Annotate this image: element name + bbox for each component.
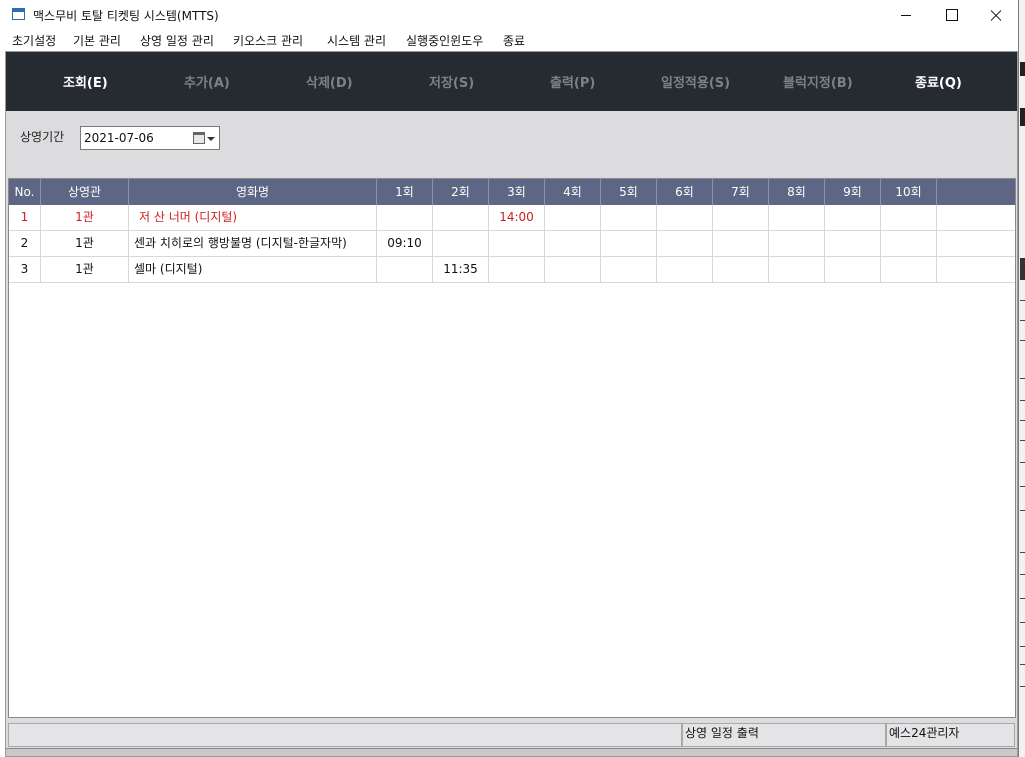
cell-show-10[interactable] [881,231,937,256]
cell-show-5[interactable] [601,231,657,256]
column-header-show-8[interactable]: 8회 [769,179,825,205]
window-bottom-edge [6,748,1017,756]
status-user: 예스24관리자 [886,723,1015,747]
column-header-movie[interactable]: 영화명 [129,179,377,205]
screening-date-value[interactable]: 2021-07-06 [84,131,154,145]
delete-button[interactable]: 삭제(D) [306,72,353,91]
grid-header: No. 상영관 영화명 1회 2회 3회 4회 5회 6회 7회 8회 9회 1… [9,179,1015,205]
window-title: 맥스무비 토탈 티켓팅 시스템(MTTS) [33,9,219,23]
cell-show-8[interactable] [769,231,825,256]
close-button[interactable] [973,0,1019,30]
cell-show-7[interactable] [713,257,769,282]
cell-hall[interactable]: 1관 [41,205,129,230]
status-pane-main [8,723,682,747]
cell-no[interactable]: 2 [9,231,41,256]
menu-system-management[interactable]: 시스템 관리 [327,32,386,49]
cell-show-9[interactable] [825,205,881,230]
search-button[interactable]: 조회(E) [63,72,108,91]
cell-show-1[interactable]: 09:10 [377,231,433,256]
block-assign-button[interactable]: 블럭지정(B) [783,72,853,91]
cell-show-10[interactable] [881,205,937,230]
cell-show-1[interactable] [377,257,433,282]
cell-movie-title[interactable]: 셀마 (디지털) [129,257,377,282]
column-header-show-6[interactable]: 6회 [657,179,713,205]
menu-running-windows[interactable]: 실행중인윈도우 [406,32,483,49]
cell-show-8[interactable] [769,205,825,230]
cell-hall[interactable]: 1관 [41,257,129,282]
cell-show-5[interactable] [601,257,657,282]
cell-hall[interactable]: 1관 [41,231,129,256]
schedule-form: 조회(E) 추가(A) 삭제(D) 저장(S) 출력(P) 일정적용(S) 블럭… [5,51,1018,757]
column-header-show-10[interactable]: 10회 [881,179,937,205]
exit-button[interactable]: 종료(Q) [915,72,962,91]
cell-show-4[interactable] [545,257,601,282]
table-row[interactable]: 2 1관 센과 치히로의 행방불명 (디지털-한글자막) 09:10 [9,231,1015,257]
minimize-button[interactable] [883,0,929,30]
cell-no[interactable]: 3 [9,257,41,282]
cell-show-6[interactable] [657,231,713,256]
title-bar[interactable]: 맥스무비 토탈 티켓팅 시스템(MTTS) [0,0,1018,30]
screening-period-label: 상영기간 [20,130,65,144]
cell-show-3[interactable] [489,231,545,256]
cell-show-6[interactable] [657,257,713,282]
column-header-show-9[interactable]: 9회 [825,179,881,205]
app-window: 맥스무비 토탈 티켓팅 시스템(MTTS) 초기설정 기본 관리 상영 일정 관… [0,0,1019,757]
cell-no[interactable]: 1 [9,205,41,230]
schedule-grid: No. 상영관 영화명 1회 2회 3회 4회 5회 6회 7회 8회 9회 1… [8,178,1016,718]
column-header-show-5[interactable]: 5회 [601,179,657,205]
save-button[interactable]: 저장(S) [429,72,474,91]
column-header-hall[interactable]: 상영관 [41,179,129,205]
menu-bar: 초기설정 기본 관리 상영 일정 관리 키오스크 관리 시스템 관리 실행중인윈… [0,30,1018,51]
table-row[interactable]: 3 1관 셀마 (디지털) 11:35 [9,257,1015,283]
column-header-show-1[interactable]: 1회 [377,179,433,205]
background-window-edge [1018,0,1025,757]
column-header-show-3[interactable]: 3회 [489,179,545,205]
cell-show-9[interactable] [825,257,881,282]
column-header-show-7[interactable]: 7회 [713,179,769,205]
cell-movie-title[interactable]: 센과 치히로의 행방불명 (디지털-한글자막) [129,231,377,256]
cell-show-2[interactable] [433,205,489,230]
cell-show-3[interactable]: 14:00 [489,205,545,230]
add-button[interactable]: 추가(A) [184,72,230,91]
cell-show-2[interactable] [433,231,489,256]
action-toolbar: 조회(E) 추가(A) 삭제(D) 저장(S) 출력(P) 일정적용(S) 블럭… [6,52,1017,111]
maximize-button[interactable] [928,0,974,30]
cell-show-9[interactable] [825,231,881,256]
status-message: 상영 일정 출력 [682,723,886,747]
cell-show-8[interactable] [769,257,825,282]
app-window-icon [12,8,25,20]
screening-date-picker[interactable]: 2021-07-06 [80,126,220,150]
column-header-show-4[interactable]: 4회 [545,179,601,205]
column-header-filler [937,179,1015,205]
cell-show-10[interactable] [881,257,937,282]
column-header-show-2[interactable]: 2회 [433,179,489,205]
menu-kiosk-management[interactable]: 키오스크 관리 [233,32,303,49]
cell-movie-title[interactable]: 저 산 너머 (디지털) [129,205,377,230]
menu-exit[interactable]: 종료 [503,32,525,49]
menu-initial-settings[interactable]: 초기설정 [12,32,56,49]
cell-show-1[interactable] [377,205,433,230]
cell-show-5[interactable] [601,205,657,230]
column-header-no[interactable]: No. [9,179,41,205]
cell-show-4[interactable] [545,205,601,230]
chevron-down-icon[interactable] [207,137,215,141]
status-bar: 상영 일정 출력 예스24관리자 [6,723,1017,747]
print-button[interactable]: 출력(P) [550,72,595,91]
cell-show-7[interactable] [713,205,769,230]
cell-show-4[interactable] [545,231,601,256]
menu-basic-management[interactable]: 기본 관리 [73,32,121,49]
apply-schedule-button[interactable]: 일정적용(S) [661,72,730,91]
calendar-icon[interactable] [193,132,205,144]
table-row[interactable]: 1 1관 저 산 너머 (디지털) 14:00 [9,205,1015,231]
cell-show-7[interactable] [713,231,769,256]
menu-schedule-management[interactable]: 상영 일정 관리 [140,32,214,49]
cell-show-2[interactable]: 11:35 [433,257,489,282]
cell-show-6[interactable] [657,205,713,230]
cell-show-3[interactable] [489,257,545,282]
